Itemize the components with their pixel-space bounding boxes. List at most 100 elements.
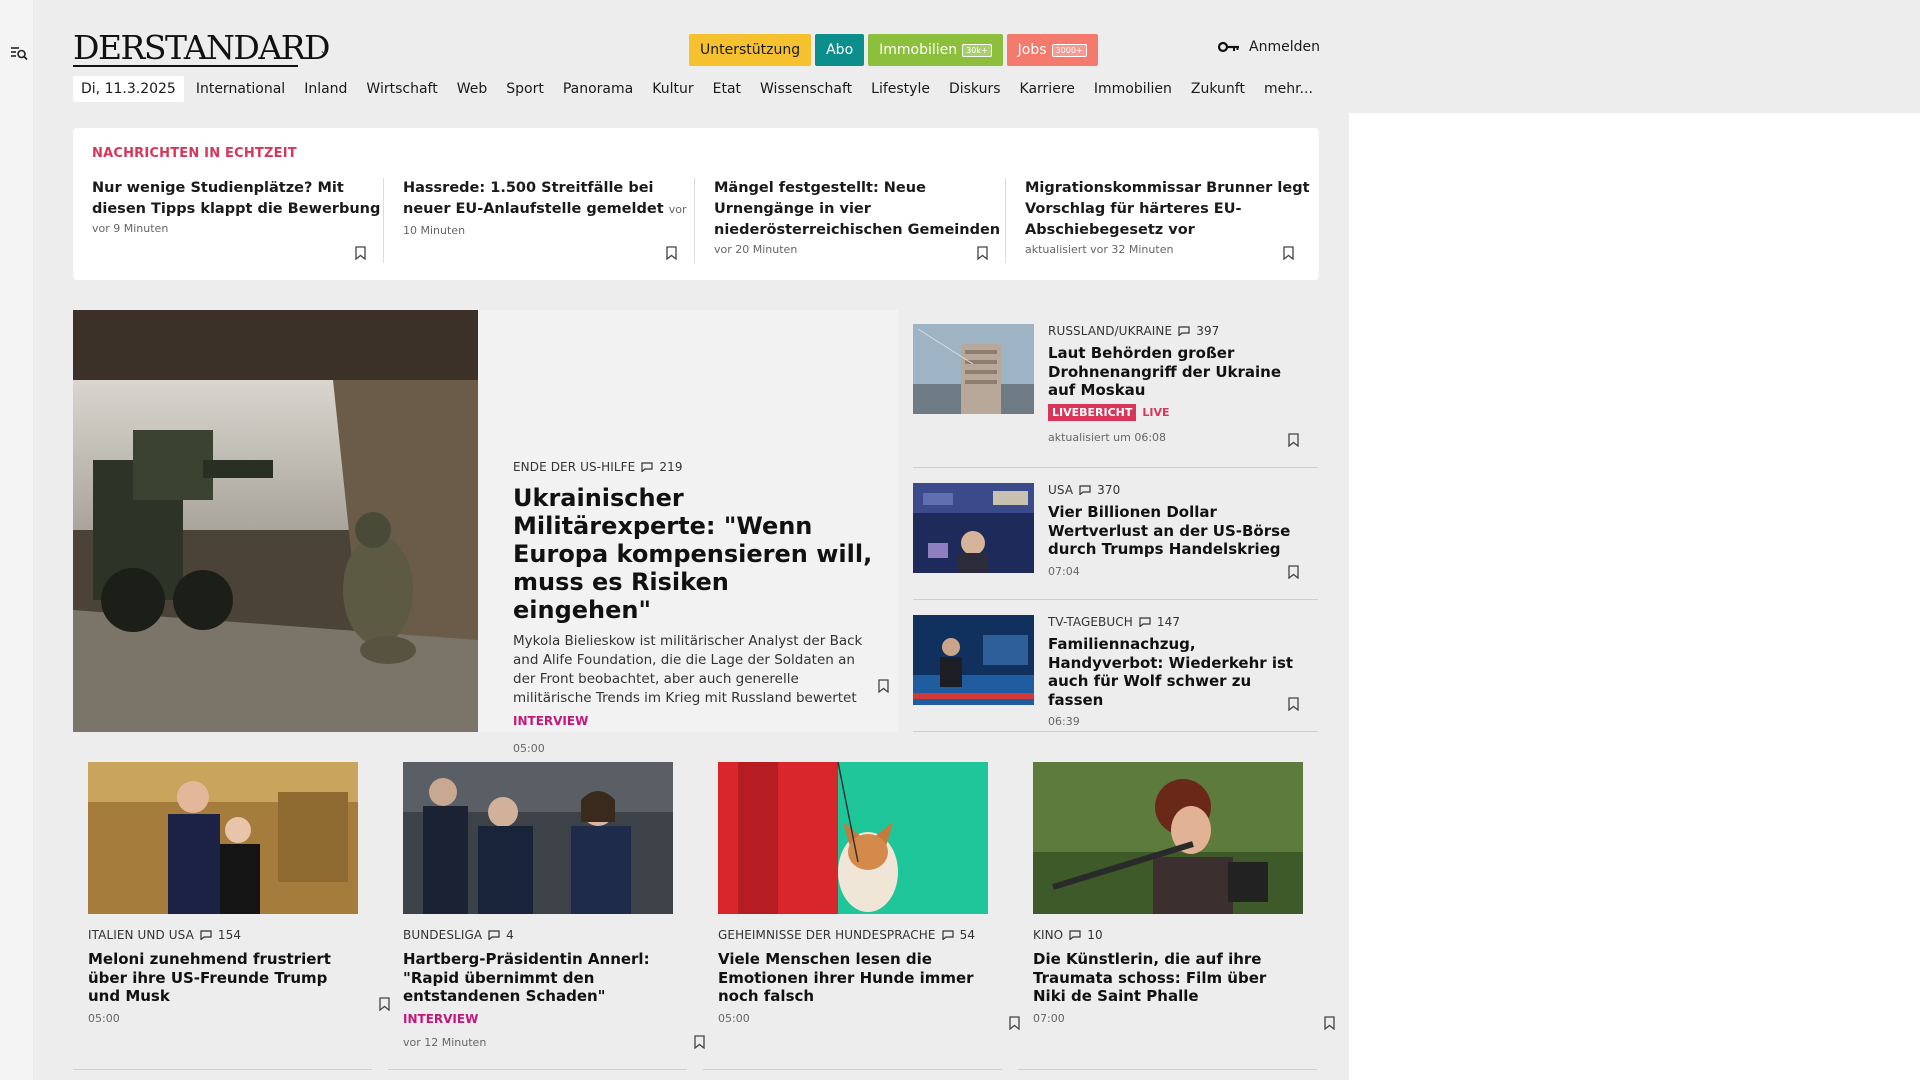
immobilien-label: Immobilien [879, 42, 958, 58]
card-kicker: ITALIEN UND USA 154 [88, 928, 358, 942]
bookmark-icon[interactable] [878, 679, 889, 693]
card-headline[interactable]: Die Künstlerin, die auf ihre Traumata sc… [1033, 950, 1303, 1006]
jobs-button[interactable]: Jobs 3000+ [1006, 34, 1098, 66]
article-time: vor 12 Minuten [403, 1035, 487, 1049]
side-headline[interactable]: Familiennachzug, Handyverbot: Wiederkehr… [1048, 635, 1308, 709]
article-time: 05:00 [718, 1011, 750, 1025]
nav-item-wissenschaft[interactable]: Wissenschaft [760, 81, 852, 97]
abo-label: Abo [826, 42, 854, 58]
card-headline[interactable]: Hartberg-Präsidentin Annerl: "Rapid über… [403, 950, 673, 1006]
abo-button[interactable]: Abo [815, 34, 865, 66]
chevron-down-icon[interactable]: ⌄ [319, 43, 329, 57]
main-navigation: Di, 11.3.2025 International Inland Wirts… [73, 76, 1332, 102]
immobilien-button[interactable]: Immobilien 30k+ [868, 34, 1003, 66]
comment-count[interactable]: 397 [1196, 324, 1219, 338]
comment-count[interactable]: 154 [218, 928, 241, 942]
nav-item-web[interactable]: Web [457, 81, 488, 97]
article-card[interactable]: GEHEIMNISSE DER HUNDESPRACHE 54 Viele Me… [703, 752, 1020, 1070]
nav-item-wirtschaft[interactable]: Wirtschaft [366, 81, 437, 97]
side-article-image[interactable] [913, 483, 1034, 573]
page-content: DERSTANDARD ⌄ Unterstützung Abo Immobili… [34, 0, 1349, 1080]
side-headline[interactable]: Vier Billionen Dollar Wertverlust an der… [1048, 503, 1308, 559]
card-headline[interactable]: Meloni zunehmend frustriert über ihre US… [88, 950, 358, 1006]
comment-icon [488, 930, 500, 940]
comment-icon [200, 930, 212, 940]
article-card[interactable]: ITALIEN UND USA 154 Meloni zunehmend fru… [73, 752, 390, 1070]
comment-icon [1178, 326, 1190, 336]
side-article[interactable]: RUSSLAND/UKRAINE 397 Laut Behörden große… [913, 310, 1318, 468]
nav-item-etat[interactable]: Etat [713, 81, 741, 97]
ticker-item[interactable]: Hassrede: 1.500 Streitfälle bei neuer EU… [403, 178, 695, 263]
bookmark-icon[interactable] [1288, 565, 1299, 579]
bookmark-icon[interactable] [666, 246, 677, 260]
nav-item-diskurs[interactable]: Diskurs [949, 81, 1001, 97]
card-text: ITALIEN UND USA 154 Meloni zunehmend fru… [88, 928, 358, 1025]
login-button[interactable]: Anmelden [1218, 39, 1320, 55]
ticker-item[interactable]: Mängel festgestellt: Neue Urnengänge in … [714, 178, 1006, 263]
side-headline[interactable]: Laut Behörden großer Drohnenangriff der … [1048, 344, 1308, 400]
card-kicker: BUNDESLIGA 4 [403, 928, 673, 942]
nav-item-mehr[interactable]: mehr... [1264, 81, 1313, 97]
card-kicker: KINO 10 [1033, 928, 1303, 942]
ticker-item[interactable]: Nur wenige Studienplätze? Mit diesen Tip… [92, 178, 384, 263]
card-image[interactable] [403, 762, 673, 914]
comment-count[interactable]: 219 [659, 460, 682, 474]
nav-item-inland[interactable]: Inland [304, 81, 347, 97]
side-kicker: USA 370 [1048, 483, 1308, 497]
bookmark-icon[interactable] [977, 246, 988, 260]
nav-item-panorama[interactable]: Panorama [563, 81, 633, 97]
liveticker-badge: LIVEBERICHT [1048, 403, 1137, 421]
nav-item-international[interactable]: International [196, 81, 285, 97]
ticker-divider [1005, 178, 1006, 263]
bookmark-icon[interactable] [355, 246, 366, 260]
side-article-image[interactable] [913, 615, 1034, 705]
side-article-image[interactable] [913, 324, 1034, 414]
ticker-headline: Hassrede: 1.500 Streitfälle bei neuer EU… [403, 178, 695, 241]
nav-item-lifestyle[interactable]: Lifestyle [871, 81, 930, 97]
ticker-divider [694, 178, 695, 263]
bookmark-icon[interactable] [1283, 246, 1294, 260]
header-buttons: Unterstützung Abo Immobilien 30k+ Jobs 300… [689, 34, 1098, 66]
comment-count[interactable]: 147 [1157, 615, 1180, 629]
bookmark-icon[interactable] [1288, 433, 1299, 447]
article-label: INTERVIEW [513, 714, 589, 728]
hero-article[interactable]: ENDE DER US-HILFE 219 Ukrainischer Milit… [73, 310, 898, 755]
kicker-text: USA [1048, 483, 1074, 497]
side-article-text: RUSSLAND/UKRAINE 397 Laut Behörden große… [1048, 324, 1308, 444]
bookmark-icon[interactable] [1288, 697, 1299, 711]
hero-image[interactable] [73, 310, 478, 732]
ticker-title: NACHRICHTEN IN ECHTZEIT [92, 146, 297, 161]
ticker-item[interactable]: Migrationskommissar Brunner legt Vorschl… [1025, 178, 1317, 263]
article-label: INTERVIEW [403, 1011, 479, 1026]
comment-count[interactable]: 54 [960, 928, 975, 942]
nav-item-zukunft[interactable]: Zukunft [1191, 81, 1245, 97]
card-image[interactable] [718, 762, 988, 914]
card-image[interactable] [1033, 762, 1303, 914]
ticker-headline: Mängel festgestellt: Neue Urnengänge in … [714, 180, 1001, 238]
side-article[interactable]: TV-TAGEBUCH 147 Familiennachzug, Handyve… [913, 600, 1318, 732]
login-label: Anmelden [1249, 39, 1320, 55]
comment-count[interactable]: 370 [1097, 483, 1120, 497]
card-text: BUNDESLIGA 4 Hartberg-Präsidentin Annerl… [403, 928, 673, 1049]
kicker-text: ENDE DER US-HILFE [513, 460, 636, 474]
nav-item-immobilien[interactable]: Immobilien [1094, 81, 1172, 97]
comment-icon [1069, 930, 1081, 940]
side-article[interactable]: USA 370 Vier Billionen Dollar Wertverlus… [913, 468, 1318, 600]
live-news-ticker: NACHRICHTEN IN ECHTZEIT Nur wenige Studi… [73, 128, 1319, 280]
nav-item-karriere[interactable]: Karriere [1020, 81, 1075, 97]
site-logo[interactable]: DERSTANDARD [73, 30, 331, 66]
card-image[interactable] [88, 762, 358, 914]
comment-count[interactable]: 10 [1087, 928, 1102, 942]
nav-item-kultur[interactable]: Kultur [652, 81, 693, 97]
card-headline[interactable]: Viele Menschen lesen die Emotionen ihrer… [718, 950, 988, 1006]
comment-count[interactable]: 4 [506, 928, 514, 942]
article-card[interactable]: KINO 10 Die Künstlerin, die auf ihre Tra… [1018, 752, 1335, 1070]
article-time: aktualisiert um 06:08 [1048, 430, 1167, 444]
side-article-text: TV-TAGEBUCH 147 Familiennachzug, Handyve… [1048, 615, 1308, 728]
menu-search-icon[interactable] [10, 44, 28, 62]
nav-item-sport[interactable]: Sport [506, 81, 544, 97]
article-card[interactable]: BUNDESLIGA 4 Hartberg-Präsidentin Annerl… [388, 752, 705, 1070]
hero-headline[interactable]: Ukrainischer Militärexperte: "Wenn Europ… [513, 484, 873, 624]
support-button[interactable]: Unterstützung [689, 34, 812, 66]
bookmark-icon[interactable] [1324, 1016, 1335, 1030]
